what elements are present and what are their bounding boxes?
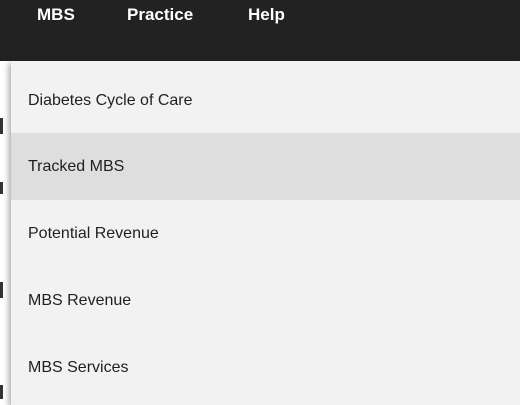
- background-content-fragment: [0, 282, 3, 298]
- background-content-fragment: [0, 385, 3, 399]
- menu-item-mbs-revenue[interactable]: MBS Revenue: [11, 267, 520, 334]
- menu-item-potential-revenue[interactable]: Potential Revenue: [11, 200, 520, 267]
- menu-mbs[interactable]: MBS: [37, 0, 75, 45]
- top-menu-bar: MBS Practice Help: [0, 0, 520, 61]
- menu-practice[interactable]: Practice: [127, 0, 193, 45]
- mbs-dropdown-menu: Diabetes Cycle of Care Tracked MBS Poten…: [11, 61, 520, 405]
- menu-item-diabetes-cycle-of-care[interactable]: Diabetes Cycle of Care: [11, 61, 520, 133]
- background-content-fragment: [0, 118, 3, 134]
- menu-item-mbs-services[interactable]: MBS Services: [11, 334, 520, 401]
- app-window: MBS Practice Help Diabetes Cycle of Care…: [0, 0, 520, 405]
- background-content-fragment: [0, 182, 3, 194]
- menu-help[interactable]: Help: [248, 0, 285, 45]
- menu-item-tracked-mbs[interactable]: Tracked MBS: [11, 133, 520, 200]
